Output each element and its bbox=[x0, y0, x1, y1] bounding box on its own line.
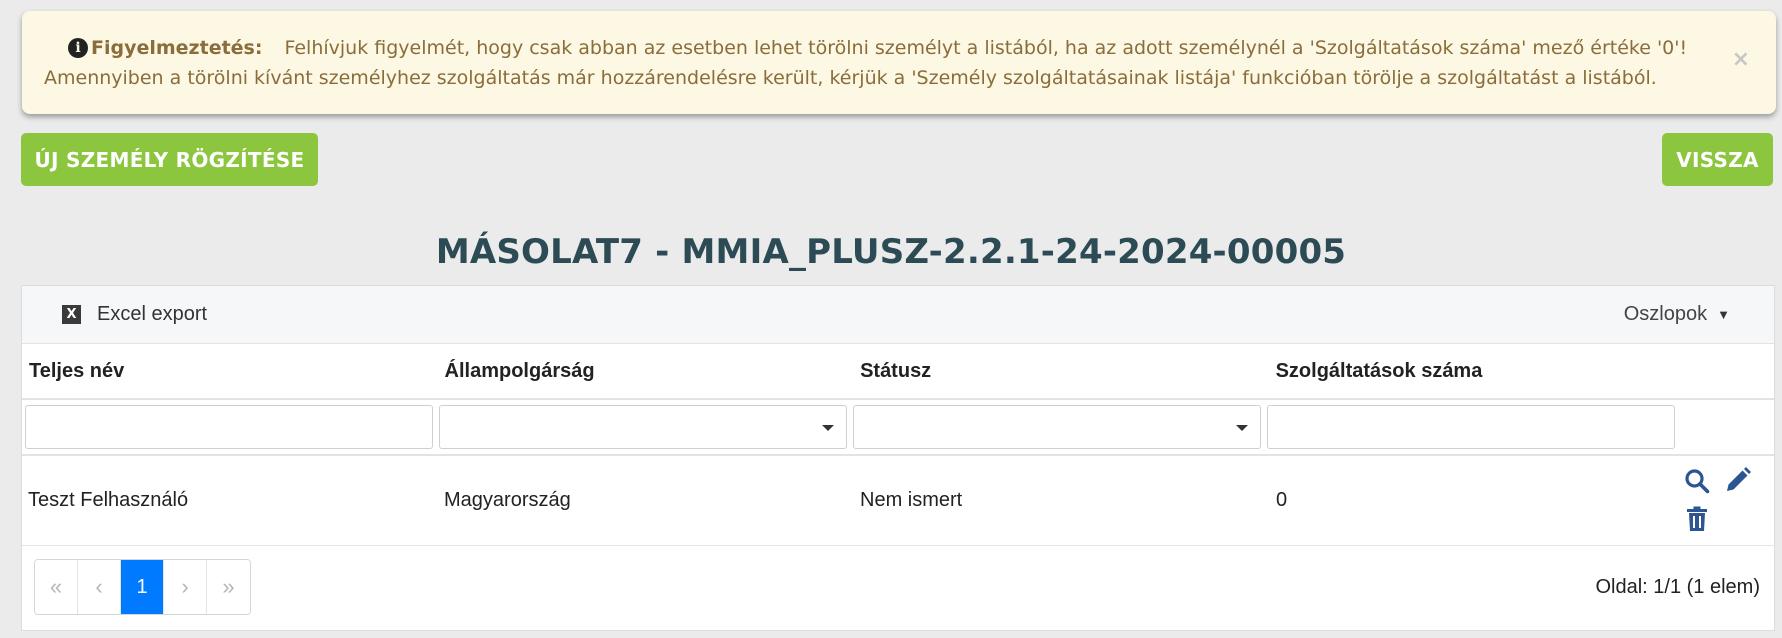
cell-status: Nem ismert bbox=[860, 489, 963, 511]
alert-text-2: Amennyiben a törölni kívánt személyhez s… bbox=[44, 67, 1657, 89]
cell-full-name: Teszt Felhasználó bbox=[28, 489, 189, 511]
info-circle-icon: i bbox=[68, 38, 88, 58]
status-filter-select[interactable] bbox=[853, 405, 1261, 449]
columns-label: Oszlopok bbox=[1623, 303, 1708, 325]
new-person-button[interactable]: ÚJ SZEMÉLY RÖGZÍTÉSE bbox=[21, 133, 318, 186]
page-info: Oldal: 1/1 (1 elem) bbox=[1595, 575, 1760, 598]
last-page-button[interactable]: » bbox=[207, 560, 250, 614]
header-services-count[interactable]: Szolgáltatások száma bbox=[1269, 360, 1685, 383]
back-button[interactable]: VISSZA bbox=[1662, 133, 1773, 186]
header-citizenship[interactable]: Állampolgárság bbox=[438, 360, 854, 383]
cell-citizenship: Magyarország bbox=[444, 489, 571, 511]
page-title: MÁSOLAT7 - MMIA_PLUSZ-2.2.1-24-2024-0000… bbox=[435, 232, 1347, 272]
services-count-filter-input[interactable] bbox=[1267, 405, 1675, 449]
close-icon[interactable]: × bbox=[1732, 45, 1750, 75]
alert-title: Figyelmeztetés: bbox=[91, 37, 263, 59]
filter-row bbox=[22, 400, 1774, 456]
pencil-icon[interactable] bbox=[1724, 466, 1752, 500]
persons-grid: X Excel export Oszlopok ▼ Teljes név Áll… bbox=[21, 285, 1775, 631]
excel-export-button[interactable]: X Excel export bbox=[62, 303, 207, 326]
trash-icon[interactable] bbox=[1686, 506, 1708, 538]
citizenship-filter-select[interactable] bbox=[439, 405, 847, 449]
prev-page-button[interactable]: ‹ bbox=[78, 560, 121, 614]
table-header: Teljes név Állampolgárság Státusz Szolgá… bbox=[22, 344, 1774, 400]
alert-line-1: i Figyelmeztetés: Felhívjuk figyelmét, h… bbox=[44, 33, 1706, 63]
search-icon[interactable] bbox=[1684, 468, 1710, 500]
page-1-button[interactable]: 1 bbox=[121, 560, 164, 614]
grid-toolbar: X Excel export Oszlopok ▼ bbox=[22, 286, 1774, 344]
excel-export-label: Excel export bbox=[97, 303, 208, 325]
next-page-button[interactable]: › bbox=[164, 560, 207, 614]
caret-down-icon: ▼ bbox=[1717, 307, 1730, 322]
header-status[interactable]: Státusz bbox=[853, 360, 1269, 383]
warning-alert: i Figyelmeztetés: Felhívjuk figyelmét, h… bbox=[22, 11, 1776, 114]
alert-text-1: Felhívjuk figyelmét, hogy csak abban az … bbox=[284, 37, 1688, 59]
header-full-name[interactable]: Teljes név bbox=[22, 360, 438, 383]
columns-button[interactable]: Oszlopok ▼ bbox=[1624, 303, 1730, 326]
grid-footer: « ‹ 1 › » Oldal: 1/1 (1 elem) bbox=[22, 546, 1774, 628]
full-name-filter-input[interactable] bbox=[25, 405, 433, 449]
cell-services-count: 0 bbox=[1276, 489, 1288, 511]
table-row: Teszt Felhasználó Magyarország Nem ismer… bbox=[22, 456, 1774, 546]
pagination: « ‹ 1 › » bbox=[34, 559, 251, 615]
excel-icon: X bbox=[62, 305, 81, 324]
first-page-button[interactable]: « bbox=[35, 560, 78, 614]
row-actions bbox=[1684, 464, 1764, 538]
